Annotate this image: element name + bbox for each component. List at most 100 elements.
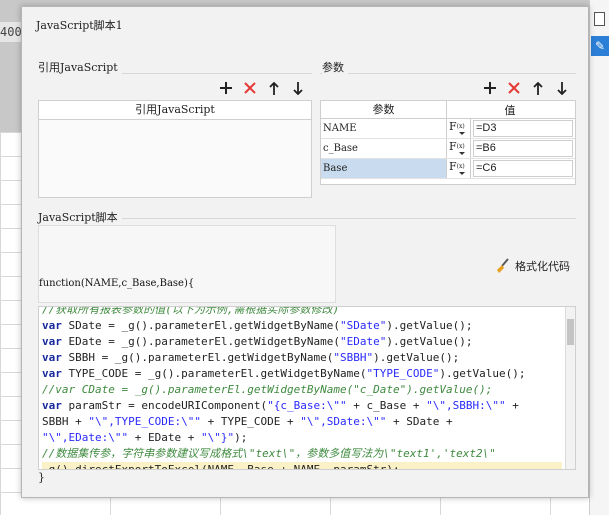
- params-section-divider: [320, 73, 576, 74]
- formula-toggle[interactable]: F(x): [447, 159, 471, 178]
- arrow-down-icon: [557, 81, 567, 95]
- code-token: + SDate +: [386, 415, 453, 428]
- function-closing-brace: }: [38, 471, 45, 484]
- code-token: "\",TYPE_CODE:\"": [88, 415, 201, 428]
- edit-icon[interactable]: ✎: [591, 36, 609, 56]
- code-token: "\"}": [200, 431, 235, 444]
- code-token: ).getValue();: [439, 367, 526, 380]
- formula-icon-sub: (x): [456, 123, 465, 130]
- param-row-c-base[interactable]: c_Base F(x) =B6: [321, 139, 575, 159]
- params-toolbar: [482, 80, 570, 96]
- format-code-button[interactable]: 格式化代码: [495, 258, 570, 274]
- code-token: var: [42, 367, 62, 380]
- code-token: _g().directExportToExcel(NAME, Base + NA…: [42, 463, 400, 470]
- param-row-base[interactable]: Base F(x) =C6: [321, 159, 575, 179]
- code-line[interactable]: var SDate = _g().parameterEl.getWidgetBy…: [42, 318, 562, 334]
- ref-delete-button[interactable]: [242, 80, 258, 96]
- formula-icon-sub: (x): [456, 163, 465, 170]
- code-token: SBBH +: [42, 415, 89, 428]
- param-name-cell[interactable]: c_Base: [321, 139, 447, 158]
- function-header-box: function(NAME,c_Base,Base){: [38, 225, 336, 303]
- ref-javascript-table[interactable]: 引用JavaScript: [38, 100, 312, 198]
- code-token: //数据集传参，字符串参数建议写成格式\"text\"，参数多值写法为\"tex…: [42, 447, 496, 460]
- ref-move-down-button[interactable]: [290, 80, 306, 96]
- script-section-label: JavaScript脚本: [38, 209, 122, 225]
- document-icon[interactable]: [594, 12, 605, 26]
- ref-section-label: 引用JavaScript: [38, 59, 122, 75]
- code-token: ).getValue();: [386, 335, 473, 348]
- arrow-up-icon: [269, 81, 279, 95]
- code-token: + c_Base +: [346, 399, 427, 412]
- function-signature: function(NAME,c_Base,Base){: [39, 278, 195, 289]
- param-row-name[interactable]: NAME F(x) =D3: [321, 119, 575, 139]
- code-token: +: [505, 399, 519, 412]
- code-token: "SBBH": [333, 351, 374, 364]
- code-token: );: [234, 431, 248, 444]
- formula-toggle[interactable]: F(x): [447, 119, 471, 138]
- code-token: TYPE_CODE = _g().parameterEl.getWidgetBy…: [61, 367, 367, 380]
- code-token: "{c_Base:\"": [267, 399, 347, 412]
- code-token: paramStr = encodeURIComponent(: [61, 399, 268, 412]
- arrow-up-icon: [533, 81, 543, 95]
- code-line[interactable]: var SBBH = _g().parameterEl.getWidgetByN…: [42, 350, 562, 366]
- code-token: "\",SBBH:\"": [426, 399, 506, 412]
- code-token: var: [42, 351, 62, 364]
- code-scrollbar[interactable]: [565, 307, 575, 469]
- chevron-down-icon: [459, 172, 465, 175]
- code-token: SDate = _g().parameterEl.getWidgetByName…: [61, 319, 341, 332]
- code-token: //获取所有报表参数的值(以下为示例,需根据实际参数修改): [42, 306, 340, 316]
- formula-icon: F: [449, 160, 457, 173]
- code-token: SBBH = _g().parameterEl.getWidgetByName(: [61, 351, 334, 364]
- code-scrollbar-thumb[interactable]: [567, 319, 574, 345]
- param-move-down-button[interactable]: [554, 80, 570, 96]
- params-section-label: 参数: [322, 59, 348, 75]
- arrow-down-icon: [293, 81, 303, 95]
- plus-icon: [220, 82, 232, 94]
- ruler-label: 400: [0, 25, 22, 39]
- code-token: "EDate": [340, 335, 387, 348]
- param-value-header: 值: [504, 104, 516, 117]
- param-add-button[interactable]: [482, 80, 498, 96]
- code-token: //var CDate = _g().parameterEl.getWidget…: [42, 383, 493, 396]
- param-value-field[interactable]: =C6: [473, 160, 573, 177]
- code-line[interactable]: var EDate = _g().parameterEl.getWidgetBy…: [42, 334, 562, 350]
- code-line[interactable]: SBBH + "\",TYPE_CODE:\"" + TYPE_CODE + "…: [42, 414, 562, 430]
- code-token: EDate = _g().parameterEl.getWidgetByName…: [61, 335, 341, 348]
- code-line[interactable]: var TYPE_CODE = _g().parameterEl.getWidg…: [42, 366, 562, 382]
- code-token: "TYPE_CODE": [366, 367, 440, 380]
- param-name-cell[interactable]: Base: [321, 159, 447, 178]
- code-token: ).getValue();: [373, 351, 460, 364]
- code-token: var: [42, 399, 62, 412]
- param-value-field[interactable]: =D3: [473, 120, 573, 137]
- ref-column-header: 引用JavaScript: [39, 101, 311, 120]
- ref-add-button[interactable]: [218, 80, 234, 96]
- param-delete-button[interactable]: [506, 80, 522, 96]
- ref-toolbar: [218, 80, 306, 96]
- code-line[interactable]: var paramStr = encodeURIComponent("{c_Ba…: [42, 398, 562, 414]
- code-line[interactable]: //数据集传参，字符串参数建议写成格式\"text\"，参数多值写法为\"tex…: [42, 446, 562, 462]
- code-line[interactable]: //获取所有报表参数的值(以下为示例,需根据实际参数修改): [42, 306, 562, 318]
- javascript-dialog: JavaScript脚本1 引用JavaScript 引用JavaScript …: [21, 6, 589, 498]
- code-line[interactable]: _g().directExportToExcel(NAME, Base + NA…: [42, 462, 562, 470]
- dialog-title: JavaScript脚本1: [36, 19, 123, 32]
- right-side-panel: ✎: [589, 0, 609, 515]
- formula-toggle[interactable]: F(x): [447, 139, 471, 158]
- param-move-up-button[interactable]: [530, 80, 546, 96]
- broom-icon: [497, 258, 509, 273]
- format-code-label: 格式化代码: [515, 260, 570, 273]
- chevron-down-icon: [459, 132, 465, 135]
- code-token: + EDate +: [128, 431, 201, 444]
- delete-icon: [244, 82, 256, 94]
- code-line[interactable]: "\",EDate:\"" + EDate + "\"}");: [42, 430, 562, 446]
- param-name-cell[interactable]: NAME: [321, 119, 447, 138]
- code-line[interactable]: //var CDate = _g().parameterEl.getWidget…: [42, 382, 562, 398]
- ref-move-up-button[interactable]: [266, 80, 282, 96]
- code-token: var: [42, 319, 62, 332]
- delete-icon: [508, 82, 520, 94]
- param-value-field[interactable]: =B6: [473, 140, 573, 157]
- code-token: "\",EDate:\"": [42, 431, 129, 444]
- code-editor[interactable]: //获取所有报表参数的值(以下为示例,需根据实际参数修改) var SDate =…: [38, 306, 576, 470]
- code-token: var: [42, 335, 62, 348]
- plus-icon: [484, 82, 496, 94]
- code-content[interactable]: //获取所有报表参数的值(以下为示例,需根据实际参数修改) var SDate =…: [42, 306, 562, 470]
